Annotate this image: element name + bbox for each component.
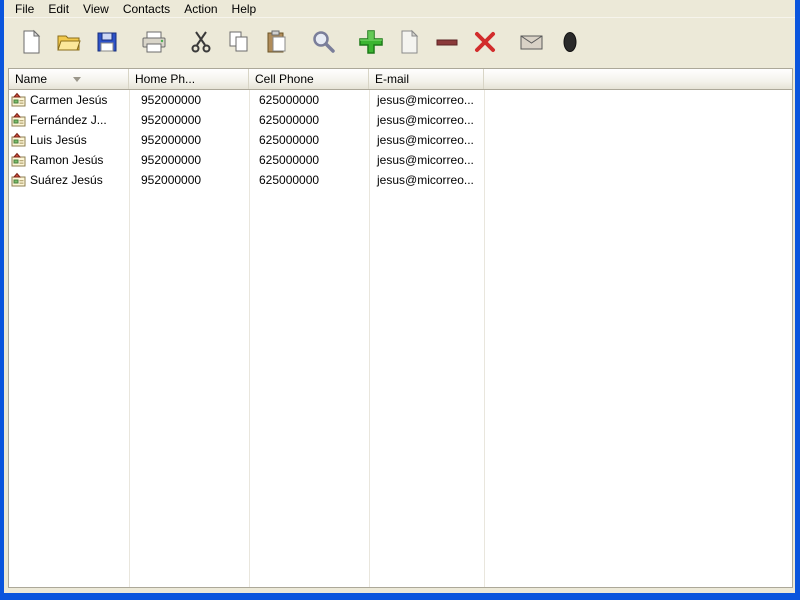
contact-name: Luis Jesús xyxy=(30,133,87,147)
column-header-name[interactable]: Name xyxy=(9,69,129,89)
paste-button[interactable] xyxy=(259,23,295,61)
table-row[interactable]: Suárez Jesús 952000000 625000000 jesus@m… xyxy=(9,170,792,190)
phone-icon xyxy=(557,29,583,55)
cut-icon xyxy=(188,29,214,55)
print-button[interactable] xyxy=(136,23,172,61)
mail-icon xyxy=(518,29,546,55)
contact-card-icon xyxy=(11,92,27,108)
column-header-home-phone-label: Home Ph... xyxy=(135,72,196,86)
phone-button[interactable] xyxy=(552,23,588,61)
menu-bar: File Edit View Contacts Action Help xyxy=(4,0,795,17)
menu-edit[interactable]: Edit xyxy=(41,1,76,17)
menu-help[interactable]: Help xyxy=(225,1,264,17)
sort-indicator-icon xyxy=(73,76,82,82)
column-header-name-label: Name xyxy=(15,72,48,86)
column-header-home-phone[interactable]: Home Ph... xyxy=(129,69,249,89)
search-icon xyxy=(310,28,338,56)
delete-button[interactable] xyxy=(467,23,503,61)
list-header: Name Home Ph... Cell Phone E-mail xyxy=(9,69,792,90)
add-contact-icon xyxy=(357,28,385,56)
save-icon xyxy=(94,29,120,55)
contact-name: Fernández J... xyxy=(30,113,107,127)
window-border-bottom xyxy=(0,593,800,600)
window-border-left xyxy=(0,0,4,600)
contact-email: jesus@micorreo... xyxy=(377,93,474,107)
contact-card-icon xyxy=(11,152,27,168)
menu-contacts[interactable]: Contacts xyxy=(116,1,177,17)
copy-icon xyxy=(226,29,252,55)
contact-cell-phone: 625000000 xyxy=(259,173,320,187)
table-row[interactable]: Ramon Jesús 952000000 625000000 jesus@mi… xyxy=(9,150,792,170)
column-header-cell-phone-label: Cell Phone xyxy=(255,72,314,86)
menu-file[interactable]: File xyxy=(8,1,41,17)
window-border-right xyxy=(795,0,800,600)
edit-contact-icon xyxy=(396,29,422,55)
contact-name: Ramon Jesús xyxy=(30,153,104,167)
contact-home-phone: 952000000 xyxy=(141,153,202,167)
contact-name: Suárez Jesús xyxy=(30,173,103,187)
contact-rows: Carmen Jesús 952000000 625000000 jesus@m… xyxy=(9,90,792,190)
contact-card-icon xyxy=(11,112,27,128)
mail-button[interactable] xyxy=(514,23,550,61)
contact-email: jesus@micorreo... xyxy=(377,173,474,187)
remove-contact-button[interactable] xyxy=(429,23,465,61)
contact-home-phone: 952000000 xyxy=(141,173,202,187)
column-header-cell-phone[interactable]: Cell Phone xyxy=(249,69,369,89)
column-header-filler xyxy=(484,69,792,89)
copy-button[interactable] xyxy=(221,23,257,61)
delete-icon xyxy=(472,29,498,55)
contact-email: jesus@micorreo... xyxy=(377,133,474,147)
table-row[interactable]: Luis Jesús 952000000 625000000 jesus@mic… xyxy=(9,130,792,150)
open-button[interactable] xyxy=(51,23,87,61)
contact-home-phone: 952000000 xyxy=(141,133,202,147)
new-button[interactable] xyxy=(13,23,49,61)
contact-cell-phone: 625000000 xyxy=(259,93,320,107)
new-icon xyxy=(18,29,44,55)
contact-name: Carmen Jesús xyxy=(30,93,108,107)
column-header-email-label: E-mail xyxy=(375,72,410,86)
open-icon xyxy=(55,29,83,55)
contact-email: jesus@micorreo... xyxy=(377,153,474,167)
paste-icon xyxy=(264,29,290,55)
contact-cell-phone: 625000000 xyxy=(259,153,320,167)
contacts-app-window: { "window": { "background_color": "#ece9… xyxy=(0,0,800,600)
contact-home-phone: 952000000 xyxy=(141,113,202,127)
contact-home-phone: 952000000 xyxy=(141,93,202,107)
remove-contact-icon xyxy=(434,29,460,55)
toolbar xyxy=(4,17,795,66)
cut-button[interactable] xyxy=(183,23,219,61)
column-header-email[interactable]: E-mail xyxy=(369,69,484,89)
search-button[interactable] xyxy=(306,23,342,61)
print-icon xyxy=(140,29,168,55)
menu-view[interactable]: View xyxy=(76,1,116,17)
table-row[interactable]: Fernández J... 952000000 625000000 jesus… xyxy=(9,110,792,130)
table-row[interactable]: Carmen Jesús 952000000 625000000 jesus@m… xyxy=(9,90,792,110)
add-contact-button[interactable] xyxy=(353,23,389,61)
contact-cell-phone: 625000000 xyxy=(259,133,320,147)
contact-email: jesus@micorreo... xyxy=(377,113,474,127)
contacts-list: Name Home Ph... Cell Phone E-mail Carmen… xyxy=(8,68,793,588)
save-button[interactable] xyxy=(89,23,125,61)
contact-card-icon xyxy=(11,172,27,188)
contact-card-icon xyxy=(11,132,27,148)
contact-cell-phone: 625000000 xyxy=(259,113,320,127)
menu-action[interactable]: Action xyxy=(177,1,224,17)
edit-contact-button[interactable] xyxy=(391,23,427,61)
